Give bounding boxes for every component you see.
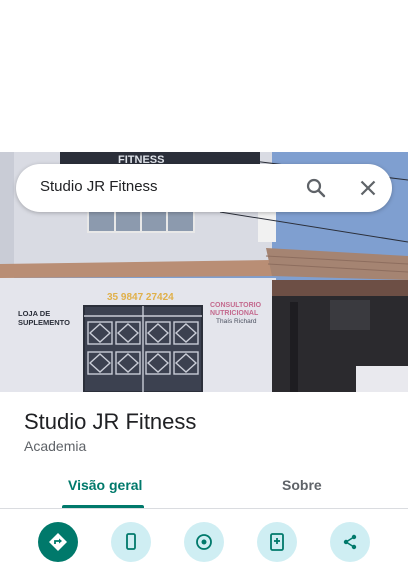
save-icon: [270, 533, 284, 551]
place-title: Studio JR Fitness: [24, 409, 197, 434]
photo-phone-number: 35 9847 27424: [107, 292, 174, 303]
directions-icon: [49, 533, 67, 551]
tab-about[interactable]: Sobre: [282, 477, 322, 493]
share-icon: [343, 534, 357, 550]
search-input[interactable]: Studio JR Fitness: [40, 178, 158, 195]
search-bar[interactable]: Studio JR Fitness: [16, 164, 392, 212]
photo-clinic-sign-name: Thaís Richard: [216, 318, 257, 325]
tab-overview[interactable]: Visão geral: [68, 477, 142, 493]
phone-icon: [126, 533, 136, 550]
search-icon[interactable]: [304, 176, 328, 200]
place-category: Academia: [24, 438, 87, 454]
nearby-icon: [196, 534, 212, 550]
svg-text:LOJA DE: LOJA DE: [18, 309, 50, 318]
call-button[interactable]: [111, 522, 151, 562]
photo-clinic-sign-1: CONSULTORIO: [210, 302, 262, 309]
svg-text:SUPLEMENTO: SUPLEMENTO: [18, 318, 70, 327]
close-icon[interactable]: [356, 176, 380, 200]
directions-button[interactable]: [38, 522, 78, 562]
photo-clinic-sign-2: NUTRICIONAL: [210, 310, 259, 317]
save-button[interactable]: [257, 522, 297, 562]
map-blank-area: [0, 0, 408, 152]
share-button[interactable]: [330, 522, 370, 562]
tab-divider: [0, 508, 408, 509]
nearby-button[interactable]: [184, 522, 224, 562]
